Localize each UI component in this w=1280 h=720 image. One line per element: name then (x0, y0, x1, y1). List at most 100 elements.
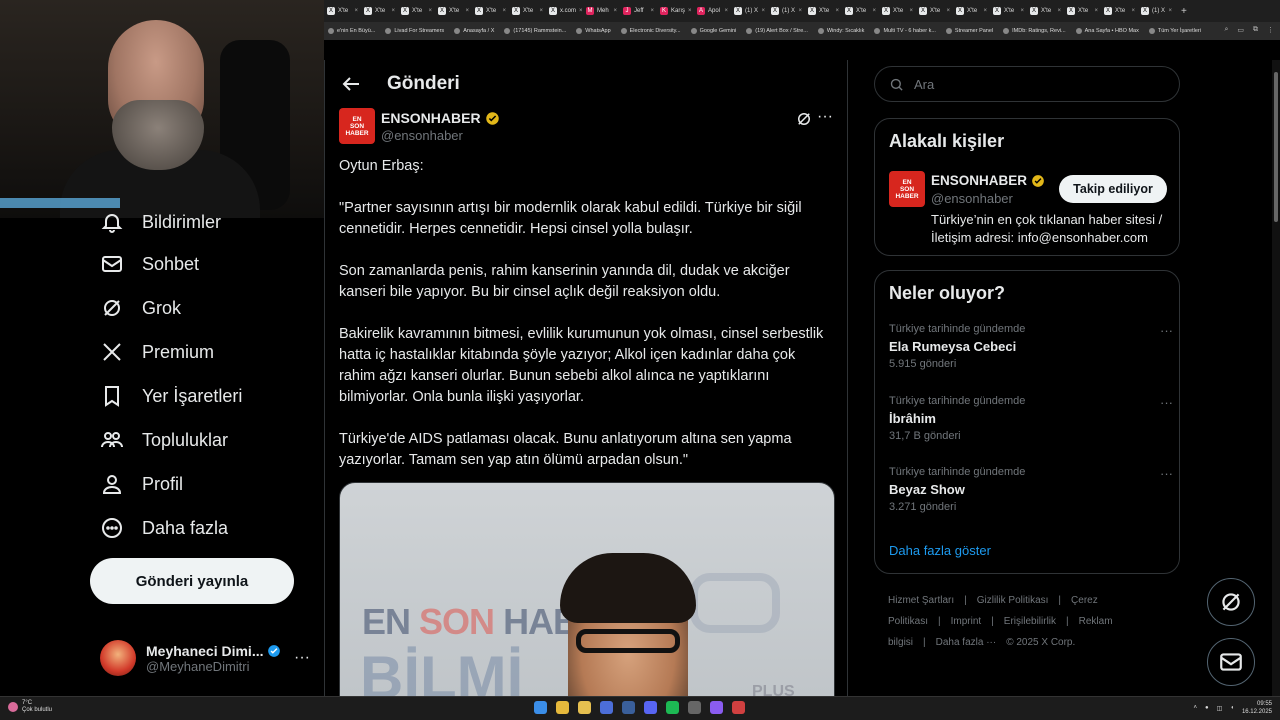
bookmark-item[interactable]: Google Gemini (690, 28, 736, 34)
volume-icon[interactable]: ◖ (1230, 705, 1234, 711)
bookmark-item[interactable]: Tüm Yer İşaretleri (1148, 28, 1201, 34)
tab-close-icon[interactable]: × (650, 8, 654, 14)
tab-close-icon[interactable]: × (465, 8, 469, 14)
trend-item[interactable]: Türkiye tarihinde gündemde İbrâhim 31,7 … (889, 395, 1173, 442)
browser-tab[interactable]: M Meh × (583, 2, 620, 20)
tab-close-icon[interactable]: × (688, 8, 692, 14)
tab-close-icon[interactable]: × (1168, 8, 1172, 14)
scrollbar[interactable] (1272, 60, 1280, 696)
related-handle[interactable]: @ensonhaber (931, 191, 1013, 206)
browser-tab[interactable]: X X'te × (361, 2, 398, 20)
footer-link[interactable]: © 2025 X Corp. (1006, 637, 1075, 648)
bookmark-item[interactable]: WhatsApp (576, 28, 611, 34)
footer-link[interactable]: Gizlilik Politikası (977, 595, 1049, 606)
app-icon[interactable] (710, 701, 723, 714)
browser-tab[interactable]: X (1) X × (1138, 2, 1175, 20)
browser-tab[interactable]: X X'te × (472, 2, 509, 20)
browser-tab[interactable]: X (1) X × (768, 2, 805, 20)
tab-close-icon[interactable]: × (946, 8, 950, 14)
more-icon[interactable]: ··· (1160, 466, 1173, 481)
related-name-row[interactable]: ENSONHABER (931, 173, 1045, 188)
bookmark-item[interactable]: Ana Sayfa • HBO Max (1075, 28, 1139, 34)
tab-close-icon[interactable]: × (354, 8, 358, 14)
bookmark-item[interactable]: (17145) Rammstein... (504, 28, 566, 34)
tab-close-icon[interactable]: × (835, 8, 839, 14)
tab-close-icon[interactable]: × (909, 8, 913, 14)
bookmark-item[interactable]: Streamer Panel (945, 28, 993, 34)
discord-icon[interactable] (644, 701, 657, 714)
tab-close-icon[interactable]: × (761, 8, 765, 14)
tab-close-icon[interactable]: × (613, 8, 617, 14)
trend-item[interactable]: Türkiye tarihinde gündemde Ela Rumeysa C… (889, 323, 1173, 370)
tab-close-icon[interactable]: × (983, 8, 987, 14)
nav-item-chat[interactable]: Sohbet (100, 252, 199, 276)
browser-tab[interactable]: X X'te × (435, 2, 472, 20)
bookmark-item[interactable]: Electronic Diversity... (620, 28, 681, 34)
browser-tab[interactable]: J Jeff × (620, 2, 657, 20)
scroll-thumb[interactable] (1274, 72, 1278, 222)
footer-link[interactable]: Hizmet Şartları (888, 595, 954, 606)
tweet-image[interactable]: BİLMİ EN SON HAB PLUS (339, 482, 835, 696)
browser-tab[interactable]: X X'te × (398, 2, 435, 20)
back-arrow-icon[interactable] (339, 72, 363, 96)
menu-icon[interactable]: ⋮ (1267, 26, 1274, 34)
network-icon[interactable]: ◫ (1217, 705, 1223, 712)
tab-close-icon[interactable]: × (502, 8, 506, 14)
tab-close-icon[interactable]: × (1057, 8, 1061, 14)
footer-link[interactable]: Erişilebilirlik (1004, 616, 1056, 627)
browser-tab[interactable]: X X'te × (879, 2, 916, 20)
post-button[interactable]: Gönderi yayınla (90, 558, 294, 604)
browser-tab[interactable]: X X'te × (1027, 2, 1064, 20)
bookmark-item[interactable]: Windy: Sıcaklık (817, 28, 864, 34)
bookmark-item[interactable]: (19) Alert Box / Stre... (746, 28, 808, 34)
browser-tab[interactable]: X X'te × (916, 2, 953, 20)
tab-close-icon[interactable]: × (1094, 8, 1098, 14)
tab-close-icon[interactable]: × (1020, 8, 1024, 14)
bookmark-item[interactable]: Livad For Streamers (385, 28, 444, 34)
mic-icon[interactable]: ● (1205, 705, 1209, 711)
browser-tab[interactable]: X X'te × (1064, 2, 1101, 20)
more-icon[interactable]: ··· (1160, 395, 1173, 410)
app-icon[interactable] (600, 701, 613, 714)
tab-close-icon[interactable]: × (579, 8, 583, 14)
spotify-icon[interactable] (666, 701, 679, 714)
clock[interactable]: 09:55 16.12.2025 (1242, 700, 1272, 716)
nav-item-grok[interactable]: Grok (100, 296, 181, 320)
bookmark-item[interactable]: e'nin En Büyü... (328, 28, 375, 34)
more-icon[interactable]: ··· (294, 649, 310, 667)
bookmark-item[interactable]: IMDb: Ratings, Revi... (1003, 28, 1066, 34)
related-avatar[interactable]: EN SON HABER (889, 171, 925, 207)
nav-item-profile[interactable]: Profil (100, 472, 183, 496)
more-options-icon[interactable]: ··· (817, 108, 835, 126)
nav-item-bookmarks[interactable]: Yer İşaretleri (100, 384, 242, 408)
search-input[interactable] (914, 76, 1154, 92)
browser-tab[interactable]: X X'te × (805, 2, 842, 20)
footer-link[interactable]: Daha fazla ··· (936, 637, 997, 648)
browser-tab[interactable]: X X'te × (509, 2, 546, 20)
weather-widget[interactable]: 7°C Çok bulutlu (8, 700, 52, 714)
grok-floating-button[interactable] (1207, 578, 1255, 626)
tab-close-icon[interactable]: × (428, 8, 432, 14)
file-explorer-icon[interactable] (578, 701, 591, 714)
bookmark-item[interactable]: Anasayfa / X (454, 28, 494, 34)
browser-tab[interactable]: K Karış × (657, 2, 694, 20)
author-handle[interactable]: @ensonhaber (381, 128, 463, 143)
steam-icon[interactable] (622, 701, 635, 714)
tab-close-icon[interactable]: × (798, 8, 802, 14)
browser-tab[interactable]: A Apol × (694, 2, 731, 20)
browser-tab[interactable]: X X'te × (842, 2, 879, 20)
browser-tab[interactable]: X X'te × (953, 2, 990, 20)
nav-item-premium[interactable]: Premium (100, 340, 214, 364)
nav-item-notifications[interactable]: Bildirimler (100, 210, 221, 234)
tab-close-icon[interactable]: × (539, 8, 543, 14)
start-icon[interactable] (534, 701, 547, 714)
account-switcher[interactable]: Meyhaneci Dimi... @MeyhaneDimitri ··· (100, 638, 310, 678)
grok-icon[interactable] (795, 110, 813, 128)
tab-close-icon[interactable]: × (1131, 8, 1135, 14)
app-icon[interactable] (688, 701, 701, 714)
tab-close-icon[interactable]: × (872, 8, 876, 14)
browser-tab[interactable]: X X'te × (324, 2, 361, 20)
browser-tab[interactable]: X X'te × (1101, 2, 1138, 20)
search-box[interactable] (874, 66, 1180, 102)
trend-item[interactable]: Türkiye tarihinde gündemde Beyaz Show 3.… (889, 466, 1173, 513)
